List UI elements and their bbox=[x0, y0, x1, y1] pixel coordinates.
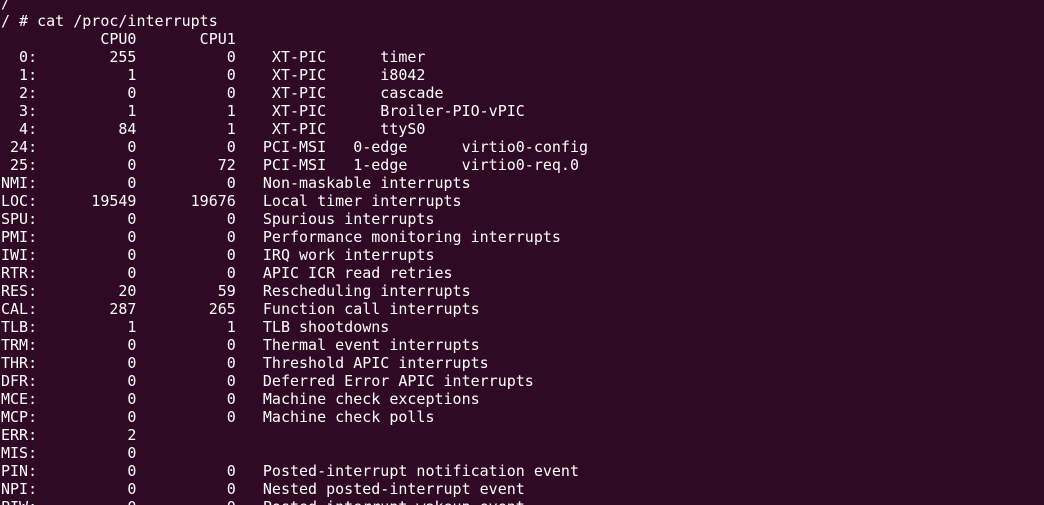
terminal-line: NMI: 0 0 Non-maskable interrupts bbox=[1, 174, 471, 192]
terminal-output: / / # cat /proc/interrupts CPU0 CPU1 0: 2… bbox=[1, 0, 588, 505]
terminal-line: 4: 84 1 XT-PIC ttyS0 bbox=[1, 120, 426, 138]
terminal-window[interactable]: / / # cat /proc/interrupts CPU0 CPU1 0: 2… bbox=[0, 0, 1044, 505]
terminal-line: MCE: 0 0 Machine check exceptions bbox=[1, 390, 480, 408]
terminal-line: / bbox=[1, 0, 11, 12]
terminal-line: / # cat /proc/interrupts bbox=[1, 12, 218, 30]
terminal-line: DFR: 0 0 Deferred Error APIC interrupts bbox=[1, 372, 534, 390]
terminal-line: PIN: 0 0 Posted-interrupt notification e… bbox=[1, 462, 579, 480]
terminal-line: RTR: 0 0 APIC ICR read retries bbox=[1, 264, 453, 282]
terminal-line: THR: 0 0 Threshold APIC interrupts bbox=[1, 354, 489, 372]
terminal-line: TRM: 0 0 Thermal event interrupts bbox=[1, 336, 480, 354]
terminal-line: MCP: 0 0 Machine check polls bbox=[1, 408, 435, 426]
terminal-line: TLB: 1 1 TLB shootdowns bbox=[1, 318, 390, 336]
terminal-line: PMI: 0 0 Performance monitoring interrup… bbox=[1, 228, 561, 246]
terminal-line: PIW: 0 0 Posted-interrupt wakeup event bbox=[1, 498, 588, 505]
terminal-line: 0: 255 0 XT-PIC timer bbox=[1, 48, 426, 66]
terminal-line: 3: 1 1 XT-PIC Broiler-PIO-vPIC bbox=[1, 102, 525, 120]
terminal-line: 24: 0 0 PCI-MSI 0-edge virtio0-config bbox=[1, 138, 588, 156]
terminal-line: MIS: 0 bbox=[1, 444, 137, 462]
terminal-line: RES: 20 59 Rescheduling interrupts bbox=[1, 282, 471, 300]
terminal-line: 2: 0 0 XT-PIC cascade bbox=[1, 84, 444, 102]
terminal-line: 1: 1 0 XT-PIC i8042 bbox=[1, 66, 426, 84]
terminal-line: LOC: 19549 19676 Local timer interrupts bbox=[1, 192, 462, 210]
terminal-line: CAL: 287 265 Function call interrupts bbox=[1, 300, 480, 318]
terminal-line: SPU: 0 0 Spurious interrupts bbox=[1, 210, 435, 228]
terminal-line: IWI: 0 0 IRQ work interrupts bbox=[1, 246, 435, 264]
terminal-line: 25: 0 72 PCI-MSI 1-edge virtio0-req.0 bbox=[1, 156, 579, 174]
terminal-line: ERR: 2 bbox=[1, 426, 137, 444]
terminal-line: CPU0 CPU1 bbox=[1, 30, 236, 48]
terminal-line: NPI: 0 0 Nested posted-interrupt event bbox=[1, 480, 525, 498]
